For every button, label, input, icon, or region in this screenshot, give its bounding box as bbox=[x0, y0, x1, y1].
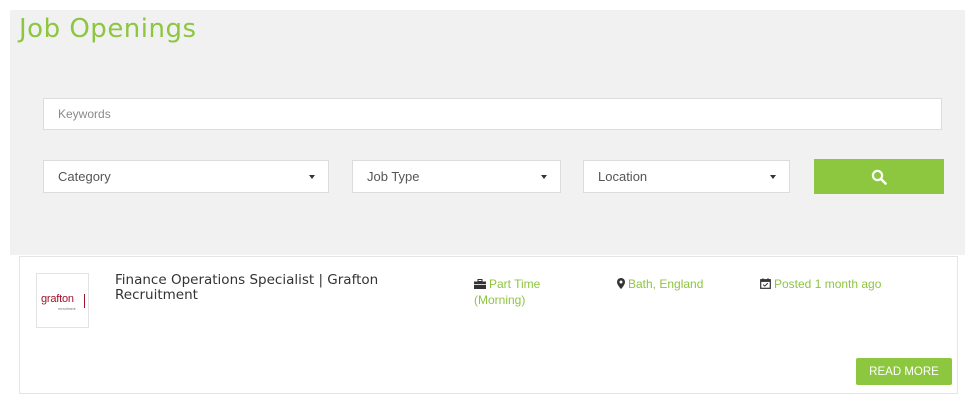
calendar-icon bbox=[760, 278, 771, 289]
read-more-button[interactable]: READ MORE bbox=[856, 358, 952, 385]
job-location: Bath, England bbox=[617, 276, 737, 292]
location-select[interactable]: Location bbox=[583, 160, 790, 193]
keywords-input[interactable] bbox=[43, 98, 942, 130]
job-title-link[interactable]: Finance Operations Specialist | Grafton … bbox=[115, 273, 405, 303]
caret-down-icon bbox=[770, 175, 776, 179]
job-type-select[interactable]: Job Type bbox=[352, 160, 561, 193]
caret-down-icon bbox=[541, 175, 547, 179]
job-type: Part Time (Morning) bbox=[474, 276, 574, 308]
location-select-label: Location bbox=[598, 169, 648, 184]
category-select[interactable]: Category bbox=[43, 160, 329, 193]
category-select-label: Category bbox=[58, 169, 111, 184]
job-posted: Posted 1 month ago bbox=[760, 276, 920, 292]
caret-down-icon bbox=[309, 175, 315, 179]
job-posted-label: Posted 1 month ago bbox=[774, 277, 882, 291]
company-logo-bar bbox=[84, 294, 85, 308]
page-title: Job Openings bbox=[19, 14, 197, 44]
search-button[interactable] bbox=[814, 159, 944, 194]
job-type-select-label: Job Type bbox=[367, 169, 420, 184]
company-logo-wordmark: grafton bbox=[41, 293, 74, 305]
job-location-label: Bath, England bbox=[628, 277, 704, 291]
job-listing-card: grafton recruitment Finance Operations S… bbox=[19, 256, 958, 394]
search-icon bbox=[871, 169, 887, 185]
search-panel: Job Openings Category Job Type Location bbox=[10, 10, 965, 255]
company-logo-subtext: recruitment bbox=[58, 307, 76, 311]
map-marker-icon bbox=[617, 278, 625, 289]
briefcase-icon bbox=[474, 279, 486, 289]
company-logo: grafton recruitment bbox=[36, 273, 89, 328]
